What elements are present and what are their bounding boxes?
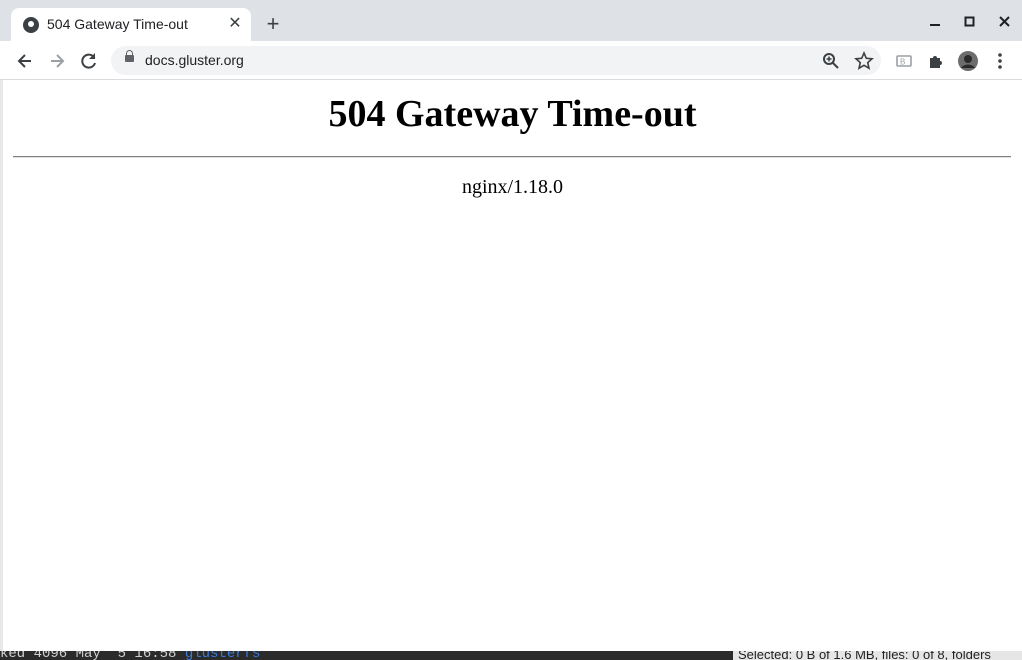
divider [13,156,1011,158]
star-glyph [854,50,874,70]
toolbar: docs.gluster.org B [0,41,1022,80]
menu-icon[interactable] [988,49,1012,73]
extensions-icon[interactable] [924,49,948,73]
minimize-icon [930,24,940,26]
maximize-icon [964,16,975,27]
terminal-line: ked 4096 May 5 16:58 glusterfs [0,651,260,660]
back-button[interactable] [13,49,37,73]
address-bar[interactable]: docs.gluster.org [111,46,881,75]
zoom-glyph [823,53,839,69]
reload-button[interactable] [77,49,101,73]
bookmark-star-icon[interactable] [854,50,874,71]
minimize-button[interactable] [925,12,945,32]
maximize-button[interactable] [960,12,980,32]
tab-strip: 504 Gateway Time-out ✕ + [0,0,1022,41]
terminal-prefix: ked 4096 May 5 16:58 [0,651,185,660]
background-terminal-strip: ked 4096 May 5 16:58 glusterfs Selected:… [0,651,1022,660]
favicon-icon [23,17,39,33]
server-signature: nginx/1.18.0 [461,176,564,198]
tab-close-icon[interactable]: ✕ [225,14,245,34]
browser-chrome: 504 Gateway Time-out ✕ + docs.gluster.or… [0,0,1022,80]
kebab-glyph [998,53,1002,69]
page-content: 504 Gateway Time-out nginx/1.18.0 [3,80,1022,651]
terminal-directory: glusterfs [184,651,261,660]
zoom-icon[interactable] [821,51,841,71]
lock-icon [125,50,134,62]
cast-icon[interactable]: B [892,49,916,73]
forward-arrow-icon [51,54,65,68]
reload-icon [81,53,96,69]
tab-title: 504 Gateway Time-out [47,16,188,32]
error-heading: 504 Gateway Time-out [328,93,697,135]
puzzle-glyph [930,56,942,68]
svg-text:B: B [900,58,905,67]
selection-status: Selected: 0 B of 1.6 MB, files: 0 of 8, … [738,651,991,660]
avatar-glyph [958,51,978,71]
file-manager-status: Selected: 0 B of 1.6 MB, files: 0 of 8, … [733,651,1022,660]
close-icon [999,16,1010,27]
back-arrow-icon [17,54,31,68]
new-tab-button[interactable]: + [261,13,285,37]
url-text: docs.gluster.org [145,52,244,68]
cast-glyph: B [896,55,912,67]
profile-avatar[interactable] [956,49,980,73]
close-window-button[interactable] [995,12,1015,32]
active-tab[interactable]: 504 Gateway Time-out ✕ [11,8,251,41]
forward-button[interactable] [45,49,69,73]
